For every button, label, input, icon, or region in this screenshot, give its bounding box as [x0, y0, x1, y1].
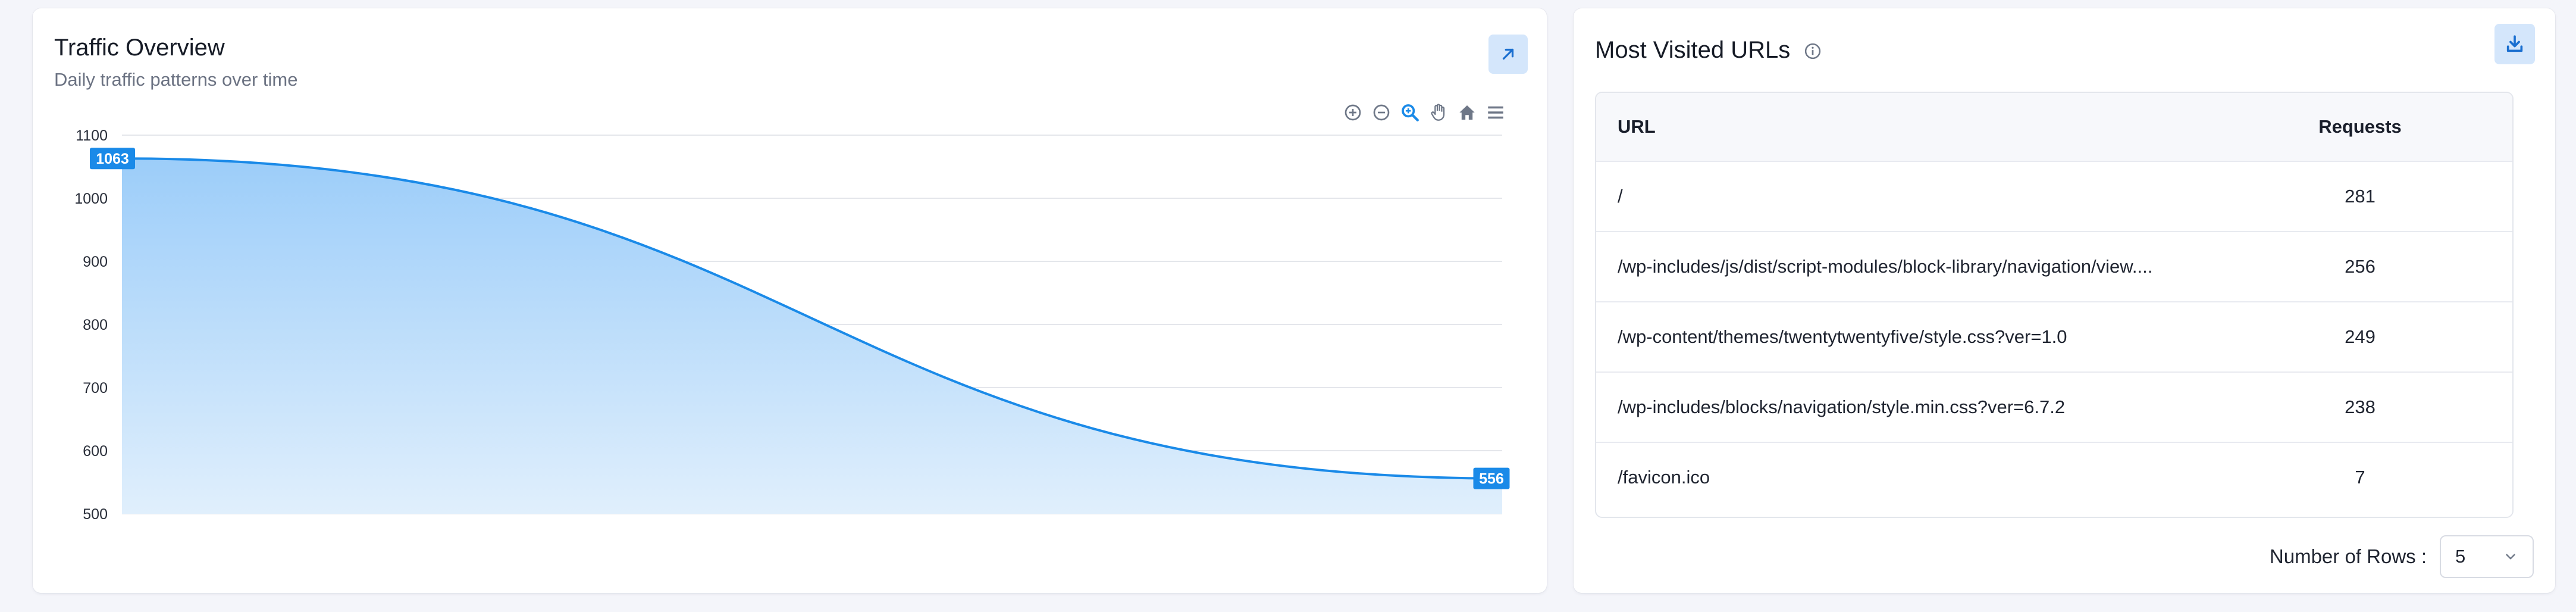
- rows-per-page-label: Number of Rows :: [2269, 545, 2427, 567]
- traffic-area: [122, 158, 1502, 514]
- data-label-text: 556: [1479, 471, 1504, 488]
- chevron-down-icon: [2506, 554, 2515, 560]
- rows-per-page-select[interactable]: 5: [2440, 535, 2534, 578]
- requests-cell: 249: [2208, 302, 2512, 373]
- rows-per-page: Number of Rows : 5: [2270, 535, 2534, 578]
- y-tick-label: 700: [83, 380, 108, 396]
- y-tick-label: 1000: [74, 191, 108, 207]
- url-cell: /favicon.ico: [1618, 467, 1710, 488]
- url-cell: /wp-includes/js/dist/script-modules/bloc…: [1596, 232, 2208, 302]
- y-tick-label: 900: [83, 254, 108, 270]
- url-cell: /wp-content/themes/twentytwentyfive/styl…: [1596, 302, 2208, 373]
- requests-cell: 281: [2208, 161, 2512, 232]
- urls-title-wrap: Most Visited URLs: [1595, 37, 1822, 64]
- table-header-row: URL Requests: [1596, 93, 2512, 162]
- traffic-overview-card: Traffic Overview Daily traffic patterns …: [33, 8, 1547, 593]
- requests-cell: 238: [2208, 372, 2512, 443]
- info-icon[interactable]: [1804, 42, 1822, 60]
- table-row: / 281: [1596, 161, 2512, 232]
- rows-per-page-value: 5: [2455, 546, 2466, 567]
- column-header-requests[interactable]: Requests: [2208, 93, 2512, 162]
- data-label: 1063: [90, 148, 135, 170]
- y-tick-label: 500: [83, 506, 108, 523]
- url-cell: /: [1596, 161, 2208, 232]
- column-header-url[interactable]: URL: [1596, 93, 2208, 162]
- y-tick-label: 1100: [76, 127, 108, 144]
- y-tick-label: 800: [83, 317, 108, 333]
- table-row: /wp-includes/blocks/navigation/style.min…: [1596, 372, 2512, 443]
- table-row: /wp-content/themes/twentytwentyfive/styl…: [1596, 302, 2512, 373]
- requests-cell: 7: [2355, 467, 2365, 488]
- download-icon: [2506, 35, 2523, 52]
- most-visited-urls-card: Most Visited URLs URL Requests / 281 /wp…: [1574, 8, 2555, 593]
- requests-cell: 256: [2208, 232, 2512, 302]
- download-button[interactable]: [2494, 24, 2535, 64]
- urls-table: URL Requests / 281 /wp-includes/js/dist/…: [1595, 92, 2514, 518]
- data-label-text: 1063: [96, 151, 129, 167]
- urls-title: Most Visited URLs: [1595, 37, 1791, 63]
- table-row: /favicon.ico 7: [1596, 442, 2512, 512]
- traffic-area-chart: 1100 1000 900 800 700 600 500 1063 556: [74, 127, 1510, 523]
- y-tick-label: 600: [83, 443, 108, 460]
- table-row: /wp-includes/js/dist/script-modules/bloc…: [1596, 232, 2512, 302]
- url-cell: /wp-includes/blocks/navigation/style.min…: [1596, 372, 2208, 443]
- data-label: 556: [1473, 467, 1510, 489]
